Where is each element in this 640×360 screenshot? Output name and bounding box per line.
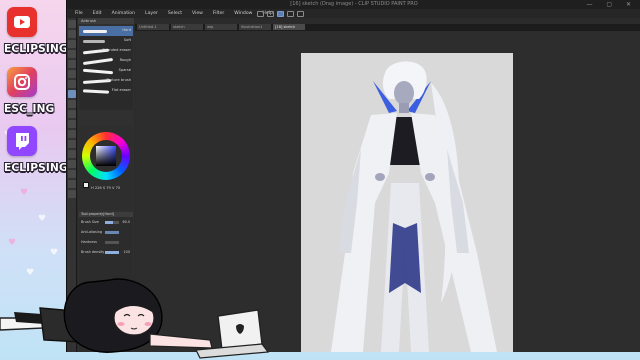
- brush-name: Flat eraser: [111, 88, 131, 92]
- property-brush-density[interactable]: Brush density 100: [79, 249, 133, 257]
- heart-decoration: ♥: [50, 248, 59, 258]
- property-value: 60.0: [122, 220, 130, 224]
- menu-file[interactable]: File: [70, 9, 88, 18]
- figure-tool-icon[interactable]: [68, 150, 76, 158]
- brush-name: Texture brush: [106, 78, 131, 82]
- ruler-tool-icon[interactable]: [68, 180, 76, 188]
- color-wheel-panel: H 226 S 79 V 75: [79, 126, 133, 210]
- brush-item[interactable]: Rounded eraser: [79, 46, 133, 56]
- tab-document[interactable]: sketch: [171, 24, 203, 30]
- brush-tool-icon[interactable]: [68, 100, 76, 108]
- heart-decoration: ♥: [20, 188, 29, 198]
- twitch-icon[interactable]: [7, 126, 37, 156]
- menu-filter[interactable]: Filter: [208, 9, 229, 18]
- property-brush-size[interactable]: Brush Size 60.0: [79, 219, 133, 227]
- slider-fill: [105, 221, 114, 224]
- color-wheel[interactable]: [82, 132, 130, 180]
- airbrush-tool-icon[interactable]: [68, 90, 76, 98]
- menu-bar: File Edit Animation Layer Select View Fi…: [67, 9, 640, 18]
- window-title: [16] sketch (Drag image) - CLIP STUDIO P…: [290, 1, 418, 7]
- menu-window[interactable]: Window: [229, 9, 257, 18]
- snap-perspective-icon[interactable]: [297, 10, 304, 17]
- command-bar: [257, 9, 304, 18]
- brush-size-slider[interactable]: [105, 221, 119, 224]
- brush-name: Soft: [123, 38, 131, 42]
- balloon-tool-icon[interactable]: [68, 170, 76, 178]
- saturation-value-picker[interactable]: [96, 146, 116, 166]
- snap-grid-icon[interactable]: [287, 10, 294, 17]
- correct-line-tool-icon[interactable]: [68, 190, 76, 198]
- redo-icon[interactable]: [267, 10, 274, 17]
- brush-stroke-preview: [83, 30, 107, 33]
- brush-name: Rounded eraser: [102, 48, 131, 52]
- property-label: Brush Size: [81, 220, 99, 224]
- brush-item[interactable]: Flat eraser: [79, 86, 133, 96]
- gradient-tool-icon[interactable]: [68, 140, 76, 148]
- brush-stroke-preview: [82, 57, 114, 66]
- tool-property-title: Tool property[Hard]: [79, 212, 133, 217]
- instagram-icon[interactable]: [7, 67, 37, 97]
- heart-decoration: ♥: [38, 214, 47, 224]
- brush-list: Hard Soft Rounded eraser Rough Sparse Te…: [79, 26, 133, 110]
- brush-name: Hard: [122, 28, 131, 32]
- text-tool-icon[interactable]: [68, 160, 76, 168]
- brush-name: Sparse: [118, 68, 131, 72]
- undo-icon[interactable]: [257, 10, 264, 17]
- window-controls[interactable]: — ▢ ✕: [586, 0, 637, 9]
- anti-aliasing-toggle[interactable]: [105, 231, 119, 234]
- brush-item[interactable]: Texture brush: [79, 76, 133, 86]
- character-artwork: [331, 61, 497, 352]
- snap-ruler-icon[interactable]: [277, 10, 284, 17]
- brush-item[interactable]: Hard: [79, 26, 133, 36]
- window-titlebar: [16] sketch (Drag image) - CLIP STUDIO P…: [67, 0, 640, 9]
- drawing-canvas[interactable]: [301, 53, 513, 352]
- youtube-icon[interactable]: [7, 7, 37, 37]
- brush-stroke-preview: [83, 40, 105, 43]
- property-label: Brush density: [81, 250, 105, 254]
- brush-stroke-preview: [82, 89, 110, 94]
- brush-item[interactable]: Sparse: [79, 66, 133, 76]
- streamer-avatar: [0, 278, 270, 359]
- tab-document[interactable]: wip: [205, 24, 237, 30]
- heart-decoration: ♥: [8, 238, 17, 248]
- property-label: Anti-aliasing: [81, 230, 103, 234]
- property-anti-aliasing[interactable]: Anti-aliasing: [79, 229, 133, 237]
- main-color-swatch[interactable]: [83, 182, 89, 188]
- fill-tool-icon[interactable]: [68, 130, 76, 138]
- brush-name: Rough: [119, 58, 131, 62]
- eraser-tool-icon[interactable]: [68, 110, 76, 118]
- property-label: Hardness: [81, 240, 97, 244]
- blend-tool-icon[interactable]: [68, 120, 76, 128]
- tab-document[interactable]: illustration1: [239, 24, 271, 30]
- property-hardness[interactable]: Hardness: [79, 239, 133, 247]
- instagram-handle: ESC_ING: [4, 103, 55, 115]
- selection-tool-icon[interactable]: [68, 40, 76, 48]
- color-readout: H 226 S 79 V 75: [91, 186, 121, 190]
- document-tabs: Untitled-1 sketch wip illustration1 [16]…: [135, 24, 640, 31]
- menu-select[interactable]: Select: [163, 9, 187, 18]
- brush-item[interactable]: Rough: [79, 56, 133, 66]
- lasso-tool-icon[interactable]: [68, 50, 76, 58]
- brush-stroke-preview: [82, 68, 114, 75]
- menu-edit[interactable]: Edit: [88, 9, 107, 18]
- brush-item[interactable]: Soft: [79, 36, 133, 46]
- move-tool-icon[interactable]: [68, 30, 76, 38]
- slider-fill: [105, 251, 119, 254]
- twitch-handle: ECLIPSING: [4, 162, 68, 174]
- brush-panel-header: Airbrush: [78, 18, 134, 24]
- pencil-tool-icon[interactable]: [68, 80, 76, 88]
- hardness-selector[interactable]: [105, 241, 119, 244]
- brush-density-slider[interactable]: [105, 251, 119, 254]
- eyedropper-tool-icon[interactable]: [68, 60, 76, 68]
- menu-view[interactable]: View: [187, 9, 208, 18]
- pen-tool-icon[interactable]: [68, 70, 76, 78]
- tab-document[interactable]: Untitled-1: [137, 24, 169, 30]
- menu-layer[interactable]: Layer: [140, 9, 163, 18]
- property-value: 100: [123, 250, 130, 254]
- tab-document-active[interactable]: [16] sketch: [273, 24, 305, 30]
- menu-animation[interactable]: Animation: [107, 9, 140, 18]
- zoom-tool-icon[interactable]: [68, 20, 76, 28]
